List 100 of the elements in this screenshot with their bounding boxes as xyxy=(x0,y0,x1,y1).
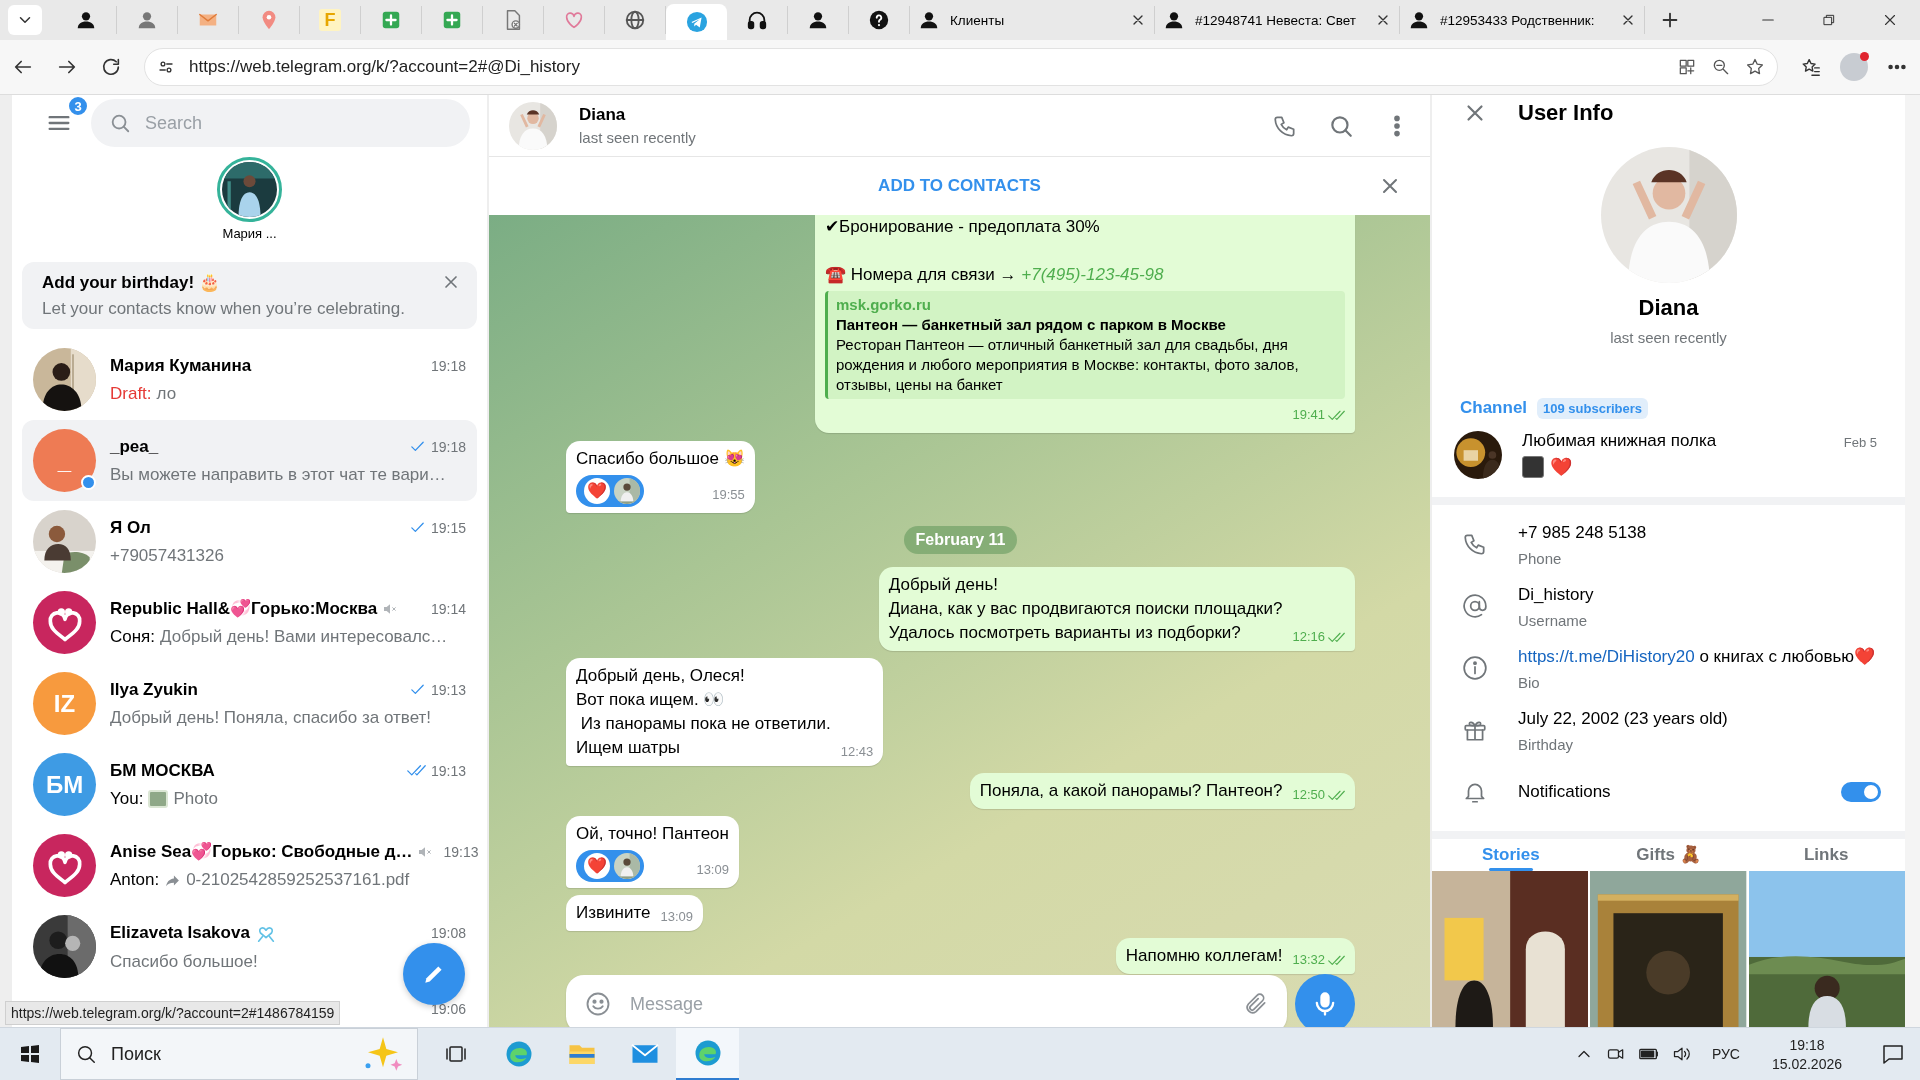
person-icon xyxy=(807,9,829,31)
favorites-icon[interactable] xyxy=(1800,56,1822,78)
chat-item[interactable]: _ _pea_ 19:18 Вы можете направить в этот чат те вари… xyxy=(22,420,477,501)
message-preview: Спасибо большое! xyxy=(110,951,258,972)
reaction[interactable]: ❤ xyxy=(576,475,644,507)
zoom-out-icon[interactable] xyxy=(1711,57,1731,77)
reaction[interactable]: ❤ xyxy=(576,850,644,882)
browser-tab[interactable]: Клиенты xyxy=(910,6,1155,34)
compose-button[interactable] xyxy=(403,943,465,1005)
message-preview: Добрый день! Вами интересовалс… xyxy=(160,627,448,647)
chat-time: 19:18 xyxy=(430,357,466,374)
chat-time: 19:14 xyxy=(430,600,466,617)
setting-label: Notifications xyxy=(1518,781,1612,804)
scrollbar-track[interactable] xyxy=(1905,95,1920,1027)
taskbar-search-input[interactable]: Поиск xyxy=(111,1040,349,1068)
search-icon xyxy=(109,112,131,135)
chat-time: 19:15 xyxy=(430,519,466,536)
headphones-icon xyxy=(746,9,768,31)
chat-item[interactable]: Republic Hall&💞Горько:Москва 19:14 Соня: Добрый день! Вами интересовалс… xyxy=(22,582,477,663)
chat-name: Мария Куманина xyxy=(110,355,252,376)
chat-name: Я Ол xyxy=(110,517,151,538)
chat-item[interactable]: Мария Куманина 19:18 Draft: ло xyxy=(22,339,477,420)
info-caption: Username xyxy=(1518,611,1589,629)
sheet-plus-icon xyxy=(441,9,463,31)
preview-description: Ресторан Пантеон — отличный банкетный зал для свадьбы, дня рождения и любого мероприятия в Москве: контакты, фото залов, отзывы, цены на банкет xyxy=(836,335,1300,395)
help-icon xyxy=(868,9,890,31)
chat-item[interactable]: БМ БМ МОСКВА 19:13 You: Photo xyxy=(22,744,477,825)
story-name: Мария ... xyxy=(222,226,277,242)
preview-title: Пантеон — банкетный зал рядом с парком в Москве xyxy=(836,315,1227,335)
star-icon[interactable] xyxy=(1745,57,1765,77)
link-preview[interactable] xyxy=(825,291,1345,399)
chat-item[interactable]: Elizaveta Isakova 19:08 Спасибо большое! xyxy=(22,906,477,987)
photo-thumbnail xyxy=(1522,455,1544,478)
message-field[interactable]: Message xyxy=(566,974,1287,1027)
chat-time: 19:08 xyxy=(430,924,466,941)
toggle-switch[interactable] xyxy=(1841,781,1881,802)
info-icon xyxy=(1462,654,1488,681)
chat-time: 19:06 xyxy=(430,1001,466,1019)
chat-item[interactable]: Я Ол 19:15 +79057431326 xyxy=(22,501,477,582)
heart-icon xyxy=(563,9,585,31)
subscriber-count: 109 subscribers xyxy=(1537,397,1649,419)
chat-time: 19:13 xyxy=(443,843,479,860)
profile-status: last seen recently xyxy=(1610,328,1727,346)
message-sender: You: xyxy=(110,788,144,809)
clock-date: 15.02.2026 xyxy=(1771,1055,1842,1072)
story-ring[interactable] xyxy=(217,157,282,223)
taskbar-search-field[interactable]: Поиск xyxy=(60,1028,418,1080)
card-title: Add your birthday! 🎂 xyxy=(42,272,221,293)
address-bar[interactable]: https://web.telegram.org/k/?account=2#@Di_history xyxy=(144,48,1778,86)
windows-icon[interactable] xyxy=(18,1042,42,1066)
bio-link[interactable]: https://t.me/DiHistory20 xyxy=(1518,646,1695,666)
media-tab[interactable]: Gifts 🧸 xyxy=(1589,838,1748,871)
chat-time: 19:13 xyxy=(430,681,466,698)
message-time: 19:55 xyxy=(712,486,745,504)
message-preview: Добрый день! Поняла, спасибо за ответ! xyxy=(110,707,432,728)
contact-name[interactable]: Diana xyxy=(579,105,1250,125)
app-logo-icon: F xyxy=(319,9,341,31)
chat-name: Republic Hall&💞Горько:Москва xyxy=(110,598,378,619)
search-field[interactable]: Search xyxy=(91,99,470,148)
chat-item[interactable]: Anise Sea💞Горько: Свободные д… 19:13 Anton: 0-2102542859252537161.pdf xyxy=(22,825,477,906)
chat-name: БМ МОСКВА xyxy=(110,760,215,781)
message-text: ✔Бронирование - предоплата 30% xyxy=(825,216,1101,238)
tab-title: Клиенты xyxy=(950,12,1006,28)
language-indicator[interactable]: РУС xyxy=(1711,1046,1740,1062)
message-time: 19:41 xyxy=(1292,403,1345,427)
chat-item[interactable]: IZ Ilya Zyukin 19:13 Добрый день! Поняла, спасибо за ответ! xyxy=(22,663,477,744)
at-sign-icon xyxy=(1462,592,1488,619)
reload-icon[interactable] xyxy=(100,56,122,78)
emoji-icon[interactable] xyxy=(584,990,612,1018)
search-input[interactable]: Search xyxy=(145,109,452,138)
profile-name: Diana xyxy=(1638,294,1699,321)
message-preview: +79057431326 xyxy=(110,545,224,566)
apps-icon[interactable] xyxy=(1677,57,1697,77)
person-icon xyxy=(1408,9,1430,31)
message-input[interactable]: Message xyxy=(630,990,1225,1018)
message-preview: ло xyxy=(156,383,177,404)
chat-name: Ilya Zyukin xyxy=(110,679,198,700)
message-preview: Вы можете направить в этот чат те вари… xyxy=(110,464,446,485)
browser-tab[interactable]: #12948741 Невеста: Свет xyxy=(1155,6,1400,34)
search-icon xyxy=(75,1043,97,1065)
date-label: February 11 xyxy=(903,526,1018,554)
message-text: Извините xyxy=(576,902,651,924)
browser-tab[interactable]: #12953433 Родственник: xyxy=(1400,6,1645,34)
notifications-icon[interactable] xyxy=(1881,1042,1905,1066)
panel-title: User Info xyxy=(1518,99,1614,126)
info-value: https://t.me/DiHistory20 о книгах с любовью❤ xyxy=(1518,645,1877,668)
contact-status: last seen recently xyxy=(579,129,697,146)
tab-title: #12953433 Родственник: xyxy=(1440,12,1596,28)
notification-badge: 3 xyxy=(67,95,89,118)
message-sender: Anton: xyxy=(110,870,160,890)
profile-avatar[interactable] xyxy=(1840,53,1868,81)
sheet-plus-icon xyxy=(380,9,402,31)
info-caption: Bio xyxy=(1518,673,1541,691)
media-tab[interactable]: Links xyxy=(1747,838,1905,871)
tab-title: #12948741 Невеста: Свет xyxy=(1195,12,1357,28)
channel-item[interactable]: Любимая книжная полка ❤ Feb 5 xyxy=(1432,418,1905,497)
voice-button[interactable] xyxy=(1295,974,1355,1027)
paper-plane-icon xyxy=(685,11,708,33)
preview-site: msk.gorko.ru xyxy=(836,295,933,315)
person-icon xyxy=(918,9,940,31)
